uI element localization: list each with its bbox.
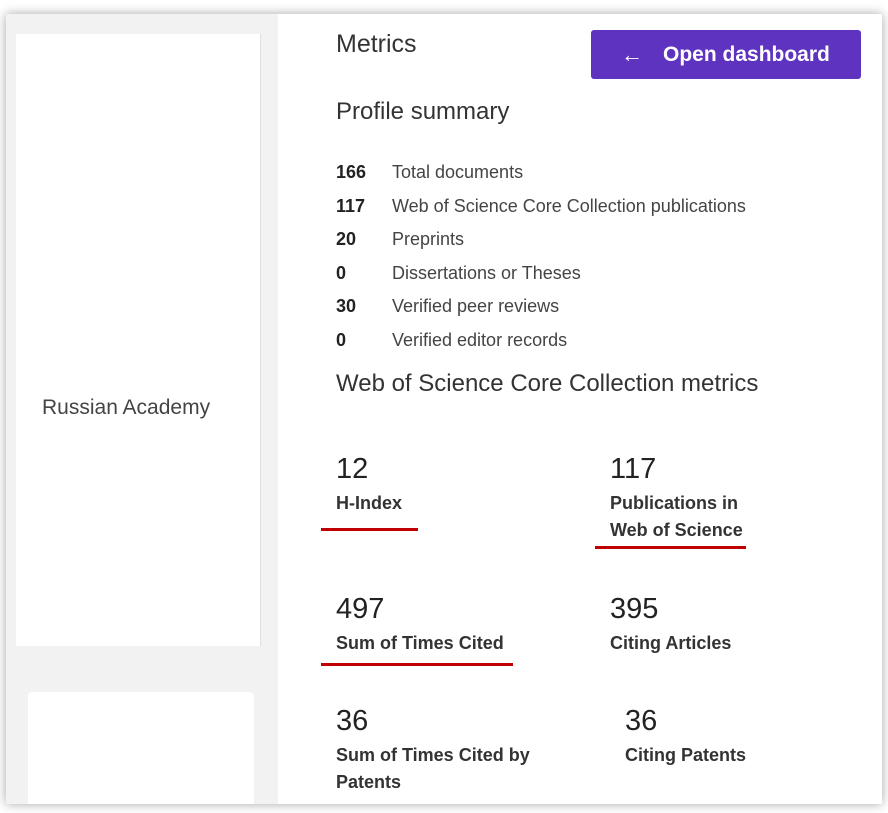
sum-times-cited-patents-label-line2: Patents	[336, 772, 402, 792]
side-card-secondary	[28, 692, 254, 804]
metrics-panel: Metrics ← Open dashboard Profile summary…	[278, 14, 882, 804]
sum-times-cited-patents-label-line1: Sum of Times Cited by	[336, 745, 530, 765]
list-item: 166 Total documents	[336, 156, 746, 190]
sum-times-cited-patents-value: 36	[336, 705, 369, 737]
annotation-underline	[321, 663, 513, 666]
h-index-metric: 12 H-Index	[336, 452, 402, 517]
summary-count: 0	[336, 262, 347, 283]
h-index-label: H-Index	[336, 493, 403, 513]
summary-label: Preprints	[392, 229, 465, 250]
core-collection-heading: Web of Science Core Collection metrics	[336, 370, 759, 397]
arrow-left-icon: ←	[621, 41, 643, 67]
summary-label: Dissertations or Theses	[392, 262, 581, 283]
list-item: 20 Preprints	[336, 223, 746, 257]
open-dashboard-button[interactable]: ← Open dashboard	[591, 30, 861, 79]
citing-articles-label: Citing Articles	[610, 633, 732, 653]
affiliation-text: Russian Academy	[42, 396, 211, 419]
list-item: 30 Verified peer reviews	[336, 290, 746, 324]
publications-label-line2: Web of Science	[610, 520, 743, 540]
publications-value: 117	[610, 453, 657, 485]
citing-patents-value: 36	[625, 705, 658, 737]
metrics-title: Metrics	[336, 30, 417, 58]
profile-summary-list: 166 Total documents 117 Web of Science Cor…	[336, 156, 746, 357]
screenshot-frame: Russian Academy Metrics ← Open dashboard…	[6, 14, 882, 804]
summary-label: Total documents	[392, 162, 524, 183]
annotation-underline	[595, 546, 746, 549]
list-item: 0 Dissertations or Theses	[336, 257, 746, 291]
summary-label: Verified peer reviews	[392, 296, 560, 317]
summary-count: 0	[336, 329, 347, 350]
citing-articles-metric: 395 Citing Articles	[610, 592, 731, 657]
summary-count: 166	[336, 162, 367, 183]
summary-label: Verified editor records	[392, 329, 568, 350]
summary-label: Web of Science Core Collection publicati…	[392, 195, 746, 216]
summary-count: 20	[336, 229, 357, 250]
open-dashboard-label: Open dashboard	[663, 42, 830, 66]
profile-side-card: Russian Academy	[16, 34, 261, 646]
publications-label: Publications in Web of Science	[610, 490, 743, 544]
summary-count: 117	[336, 195, 366, 216]
sum-times-cited-value: 497	[336, 593, 385, 625]
sum-times-cited-patents-metric: 36 Sum of Times Cited by Patents	[336, 704, 530, 796]
summary-count: 30	[336, 296, 357, 317]
publications-metric: 117 Publications in Web of Science	[610, 452, 743, 544]
h-index-value: 12	[336, 453, 369, 485]
citing-patents-label: Citing Patents	[625, 745, 747, 765]
profile-summary-heading: Profile summary	[336, 98, 510, 125]
citing-patents-metric: 36 Citing Patents	[625, 704, 746, 769]
list-item: 117 Web of Science Core Collection public…	[336, 190, 746, 224]
sum-times-cited-metric: 497 Sum of Times Cited	[336, 592, 504, 657]
list-item: 0 Verified editor records	[336, 324, 746, 358]
citing-articles-value: 395	[610, 593, 659, 625]
annotation-underline	[321, 528, 418, 531]
sum-times-cited-label: Sum of Times Cited	[336, 633, 504, 653]
sum-times-cited-patents-label: Sum of Times Cited by Patents	[336, 742, 530, 796]
publications-label-line1: Publications in	[610, 493, 739, 513]
